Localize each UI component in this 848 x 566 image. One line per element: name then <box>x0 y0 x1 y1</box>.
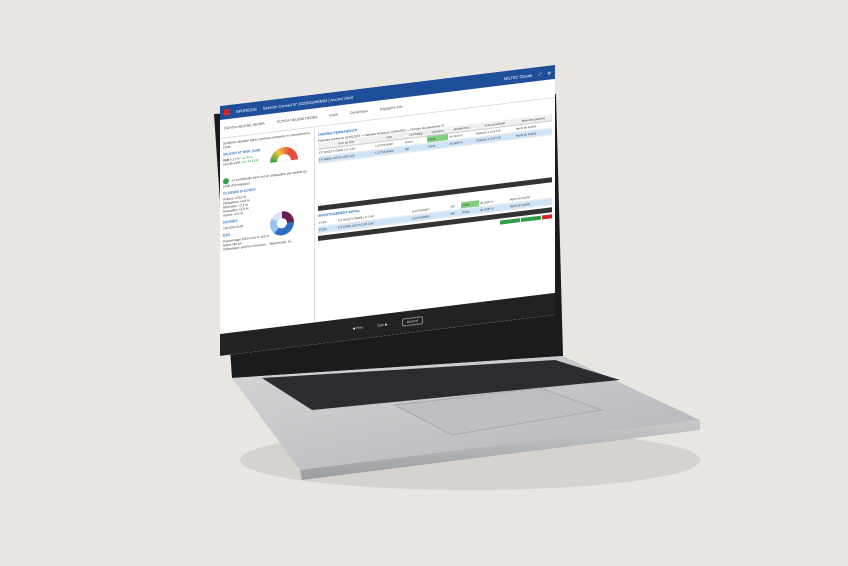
mandate-value: Dégagées info <box>379 104 403 112</box>
accept-button[interactable]: Accord <box>401 316 423 327</box>
validate-button[interactable] <box>500 218 521 225</box>
next-button[interactable]: Suiv ▶ <box>377 322 387 327</box>
laptop-photo-scene: SPURIEDG Session Conseil N° 202303249000… <box>0 0 848 566</box>
profile-value: Dynamique <box>350 108 368 116</box>
confirm-button[interactable] <box>521 215 542 223</box>
regime-value: Impôt <box>329 112 339 118</box>
summary-panel: Synthèse situation après permute entrepr… <box>220 127 315 334</box>
app-screen: SPURIEDG Session Conseil N° 202303249000… <box>220 64 555 356</box>
settings-icon[interactable]: ⚙ <box>547 70 551 75</box>
reject-button[interactable] <box>542 214 552 220</box>
brand-logo-icon <box>224 108 230 116</box>
user-name[interactable]: MILTEC Claude <box>504 72 532 80</box>
prev-button[interactable]: ◀ Prec <box>352 325 363 330</box>
expand-icon[interactable]: ⤢ <box>538 71 541 76</box>
brand-name: SPURIEDG <box>236 105 257 114</box>
client-name: OCHOA HELENE DEDBA <box>224 121 265 131</box>
contract-value: OCHOA HELENE DEDBA <box>276 115 318 125</box>
orders-panel: ORDRES PERMANENTS Première échéance 01/0… <box>315 98 555 322</box>
